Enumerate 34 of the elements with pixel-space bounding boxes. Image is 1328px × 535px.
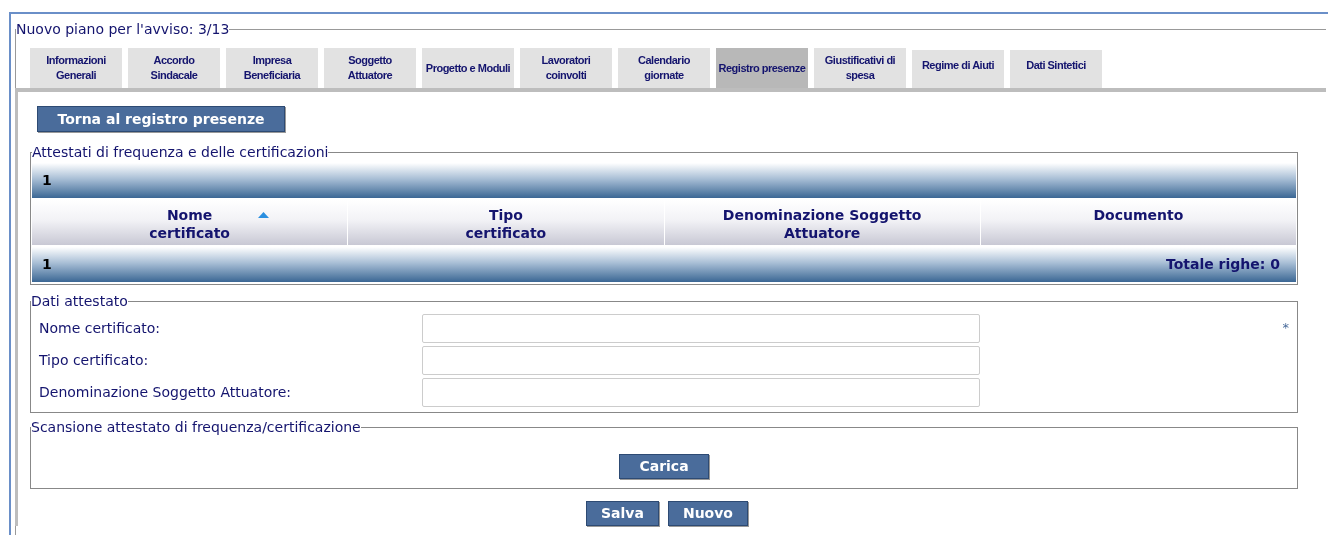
- tab[interactable]: Giustificativi di spesa: [814, 48, 906, 88]
- tab[interactable]: Soggetto Attuatore: [324, 48, 416, 88]
- tab[interactable]: Dati Sintetici: [1010, 50, 1102, 88]
- sort-ascending-icon: [258, 212, 270, 218]
- column-header[interactable]: Nome certificato: [32, 200, 348, 245]
- row-total: Totale righe: 0: [1165, 255, 1280, 274]
- column-header[interactable]: Documento: [979, 200, 1296, 245]
- page-number[interactable]: 1: [42, 254, 52, 275]
- upload-button[interactable]: Carica: [619, 454, 709, 479]
- panel-title: Dati attestato: [31, 292, 128, 311]
- panel-title: Attestati di frequenza e delle certificazioni: [32, 143, 329, 162]
- tab[interactable]: Calendario giornate: [618, 48, 710, 88]
- page-number[interactable]: 1: [42, 170, 52, 191]
- field-label: Nome certificato:: [39, 318, 162, 338]
- tab[interactable]: Lavoratori coinvolti: [520, 48, 612, 88]
- back-button[interactable]: Torna al registro presenze: [37, 106, 285, 132]
- field-label: Denominazione Soggetto Attuatore:: [39, 382, 292, 402]
- tab[interactable]: Accordo Sindacale: [128, 48, 220, 88]
- column-header[interactable]: Denominazione Soggetto Attuatore: [663, 200, 980, 245]
- required-mark: *: [1282, 319, 1289, 338]
- tab[interactable]: Informazioni Generali: [30, 48, 122, 88]
- input-field[interactable]: [422, 345, 980, 375]
- tab[interactable]: Impresa Beneficiaria: [226, 48, 318, 88]
- save-button[interactable]: Salva: [586, 501, 659, 526]
- column-header[interactable]: Tipo certificato: [347, 200, 664, 245]
- field-label: Tipo certificato:: [39, 350, 150, 370]
- new-button[interactable]: Nuovo: [667, 501, 748, 526]
- input-field[interactable]: [422, 313, 980, 343]
- input-field[interactable]: [422, 377, 980, 407]
- tab[interactable]: Progetto e Moduli: [422, 48, 514, 88]
- panel-title: Scansione attestato di frequenza/certificazione: [31, 418, 361, 437]
- tab[interactable]: Registro presenze: [716, 48, 808, 88]
- form-title: Nuovo piano per l'avviso: 3/13: [16, 20, 230, 39]
- tab[interactable]: Regime di Aiuti: [912, 50, 1004, 88]
